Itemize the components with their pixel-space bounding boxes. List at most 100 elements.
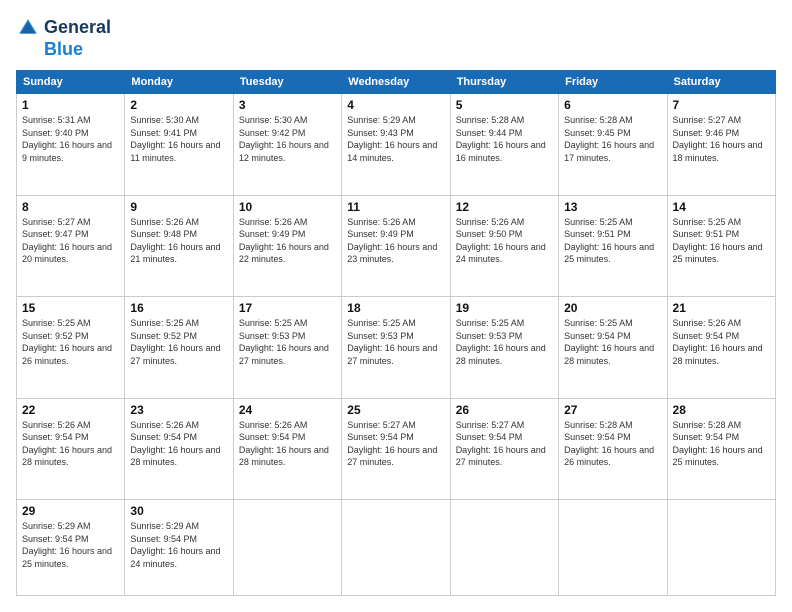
calendar-cell [233,500,341,596]
day-number: 2 [130,98,227,112]
page: General Blue Sunday Monday Tuesday Wedne… [0,0,792,612]
col-monday: Monday [125,71,233,94]
day-number: 10 [239,200,336,214]
day-info: Sunrise: 5:26 AMSunset: 9:48 PMDaylight:… [130,216,227,266]
day-number: 25 [347,403,444,417]
day-info: Sunrise: 5:25 AMSunset: 9:53 PMDaylight:… [239,317,336,367]
col-friday: Friday [559,71,667,94]
day-number: 22 [22,403,119,417]
calendar-cell: 1 Sunrise: 5:31 AMSunset: 9:40 PMDaylight… [17,94,125,196]
day-info: Sunrise: 5:25 AMSunset: 9:52 PMDaylight:… [22,317,119,367]
calendar-cell: 23 Sunrise: 5:26 AMSunset: 9:54 PMDayligh… [125,398,233,500]
calendar-week-row: 15Sunrise: 5:25 AMSunset: 9:52 PMDayligh… [17,297,776,399]
day-number: 14 [673,200,770,214]
day-info: Sunrise: 5:26 AMSunset: 9:54 PMDaylight:… [673,317,770,367]
calendar-cell: 5 Sunrise: 5:28 AMSunset: 9:44 PMDaylight… [450,94,558,196]
day-number: 26 [456,403,553,417]
calendar-cell: 24Sunrise: 5:26 AMSunset: 9:54 PMDayligh… [233,398,341,500]
calendar-cell: 3 Sunrise: 5:30 AMSunset: 9:42 PMDaylight… [233,94,341,196]
calendar-cell: 19Sunrise: 5:25 AMSunset: 9:53 PMDayligh… [450,297,558,399]
calendar-cell: 20Sunrise: 5:25 AMSunset: 9:54 PMDayligh… [559,297,667,399]
calendar-cell: 6 Sunrise: 5:28 AMSunset: 9:45 PMDaylight… [559,94,667,196]
day-info: Sunrise: 5:26 AMSunset: 9:54 PMDaylight:… [22,419,119,469]
day-number: 19 [456,301,553,315]
calendar-cell: 27Sunrise: 5:28 AMSunset: 9:54 PMDayligh… [559,398,667,500]
day-info: Sunrise: 5:27 AMSunset: 9:46 PMDaylight:… [673,114,770,164]
day-number: 5 [456,98,553,112]
calendar-cell: 30Sunrise: 5:29 AMSunset: 9:54 PMDayligh… [125,500,233,596]
day-number: 23 [130,403,227,417]
day-number: 28 [673,403,770,417]
day-info: Sunrise: 5:29 AMSunset: 9:43 PMDaylight:… [347,114,444,164]
calendar-cell [450,500,558,596]
day-number: 9 [130,200,227,214]
day-info: Sunrise: 5:25 AMSunset: 9:51 PMDaylight:… [673,216,770,266]
day-number: 7 [673,98,770,112]
calendar-cell: 12 Sunrise: 5:26 AMSunset: 9:50 PMDayligh… [450,195,558,297]
day-info: Sunrise: 5:26 AMSunset: 9:54 PMDaylight:… [130,419,227,469]
day-info: Sunrise: 5:27 AMSunset: 9:54 PMDaylight:… [347,419,444,469]
col-wednesday: Wednesday [342,71,450,94]
day-number: 3 [239,98,336,112]
logo: General Blue [16,16,111,60]
calendar-cell: 28 Sunrise: 5:28 AMSunset: 9:54 PMDayligh… [667,398,775,500]
day-number: 24 [239,403,336,417]
day-info: Sunrise: 5:26 AMSunset: 9:50 PMDaylight:… [456,216,553,266]
day-number: 29 [22,504,119,518]
calendar-cell: 18 Sunrise: 5:25 AMSunset: 9:53 PMDayligh… [342,297,450,399]
day-number: 30 [130,504,227,518]
calendar-cell: 21Sunrise: 5:26 AMSunset: 9:54 PMDayligh… [667,297,775,399]
day-number: 27 [564,403,661,417]
header: General Blue [16,16,776,60]
calendar-cell [559,500,667,596]
day-info: Sunrise: 5:30 AMSunset: 9:42 PMDaylight:… [239,114,336,164]
day-number: 6 [564,98,661,112]
col-thursday: Thursday [450,71,558,94]
calendar-cell: 17 Sunrise: 5:25 AMSunset: 9:53 PMDayligh… [233,297,341,399]
calendar-week-row: 29 Sunrise: 5:29 AMSunset: 9:54 PMDayligh… [17,500,776,596]
day-number: 11 [347,200,444,214]
day-number: 18 [347,301,444,315]
calendar-cell: 9 Sunrise: 5:26 AMSunset: 9:48 PMDaylight… [125,195,233,297]
day-number: 12 [456,200,553,214]
calendar-week-row: 1 Sunrise: 5:31 AMSunset: 9:40 PMDaylight… [17,94,776,196]
day-number: 17 [239,301,336,315]
calendar-cell: 10 Sunrise: 5:26 AMSunset: 9:49 PMDayligh… [233,195,341,297]
day-number: 16 [130,301,227,315]
day-info: Sunrise: 5:28 AMSunset: 9:54 PMDaylight:… [673,419,770,469]
calendar-cell: 26 Sunrise: 5:27 AMSunset: 9:54 PMDayligh… [450,398,558,500]
day-info: Sunrise: 5:27 AMSunset: 9:47 PMDaylight:… [22,216,119,266]
logo-icon [16,16,40,40]
calendar-cell: 8Sunrise: 5:27 AMSunset: 9:47 PMDaylight… [17,195,125,297]
calendar-cell: 14 Sunrise: 5:25 AMSunset: 9:51 PMDayligh… [667,195,775,297]
calendar-cell: 29 Sunrise: 5:29 AMSunset: 9:54 PMDayligh… [17,500,125,596]
day-info: Sunrise: 5:26 AMSunset: 9:49 PMDaylight:… [347,216,444,266]
calendar-cell [667,500,775,596]
day-info: Sunrise: 5:28 AMSunset: 9:44 PMDaylight:… [456,114,553,164]
calendar-header-row: Sunday Monday Tuesday Wednesday Thursday… [17,71,776,94]
col-tuesday: Tuesday [233,71,341,94]
calendar-cell: 7 Sunrise: 5:27 AMSunset: 9:46 PMDaylight… [667,94,775,196]
calendar-cell: 15Sunrise: 5:25 AMSunset: 9:52 PMDayligh… [17,297,125,399]
day-number: 4 [347,98,444,112]
calendar-week-row: 8Sunrise: 5:27 AMSunset: 9:47 PMDaylight… [17,195,776,297]
day-info: Sunrise: 5:31 AMSunset: 9:40 PMDaylight:… [22,114,119,164]
calendar-cell: 4 Sunrise: 5:29 AMSunset: 9:43 PMDaylight… [342,94,450,196]
day-info: Sunrise: 5:26 AMSunset: 9:49 PMDaylight:… [239,216,336,266]
logo-blue-text: Blue [44,39,83,59]
calendar-cell: 22 Sunrise: 5:26 AMSunset: 9:54 PMDayligh… [17,398,125,500]
calendar-cell: 25 Sunrise: 5:27 AMSunset: 9:54 PMDayligh… [342,398,450,500]
day-info: Sunrise: 5:25 AMSunset: 9:51 PMDaylight:… [564,216,661,266]
calendar-week-row: 22 Sunrise: 5:26 AMSunset: 9:54 PMDayligh… [17,398,776,500]
day-info: Sunrise: 5:25 AMSunset: 9:52 PMDaylight:… [130,317,227,367]
day-info: Sunrise: 5:25 AMSunset: 9:54 PMDaylight:… [564,317,661,367]
day-info: Sunrise: 5:30 AMSunset: 9:41 PMDaylight:… [130,114,227,164]
day-info: Sunrise: 5:29 AMSunset: 9:54 PMDaylight:… [22,520,119,570]
day-info: Sunrise: 5:25 AMSunset: 9:53 PMDaylight:… [347,317,444,367]
day-info: Sunrise: 5:27 AMSunset: 9:54 PMDaylight:… [456,419,553,469]
calendar-cell: 2 Sunrise: 5:30 AMSunset: 9:41 PMDaylight… [125,94,233,196]
day-number: 1 [22,98,119,112]
calendar-cell: 16 Sunrise: 5:25 AMSunset: 9:52 PMDayligh… [125,297,233,399]
day-number: 13 [564,200,661,214]
day-info: Sunrise: 5:28 AMSunset: 9:45 PMDaylight:… [564,114,661,164]
